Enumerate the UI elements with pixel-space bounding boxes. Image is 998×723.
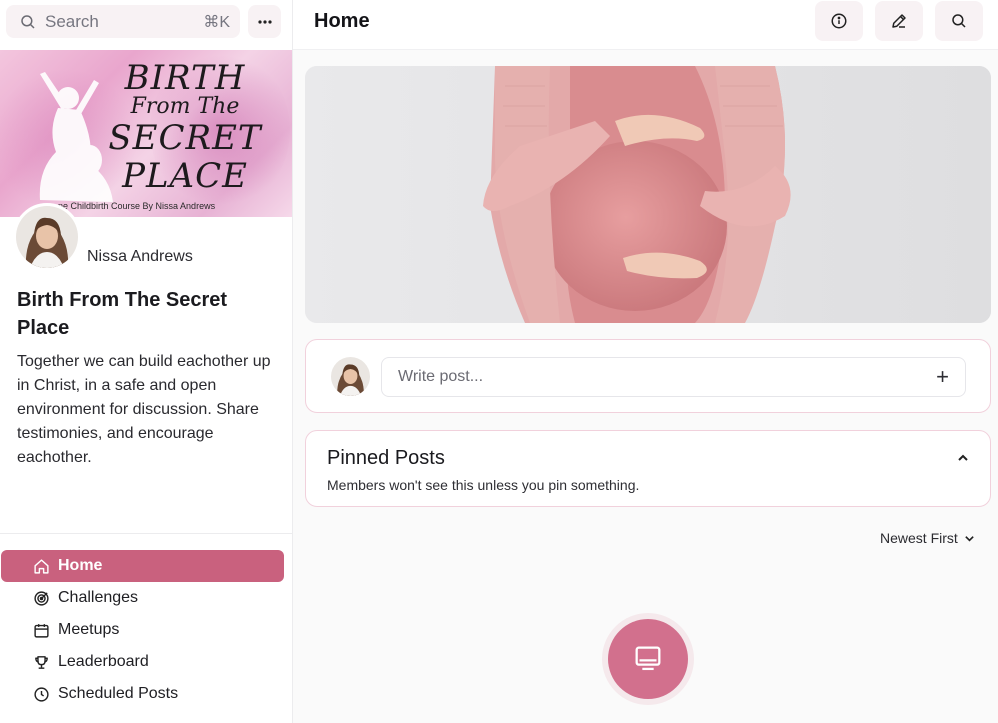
compose-button[interactable] (875, 1, 923, 41)
more-horizontal-icon (257, 19, 272, 24)
empty-state-badge (608, 619, 688, 699)
community-banner: BIRTH From The SECRET PLACE ne Childbirt… (0, 50, 292, 217)
divider (0, 533, 292, 534)
info-button[interactable] (815, 1, 863, 41)
community-description: Together we can build eachother up in Ch… (17, 353, 271, 466)
pen-icon (892, 14, 906, 28)
pregnant-woman-photo (305, 66, 991, 323)
write-post-placeholder: Write post... (398, 368, 484, 385)
plus-icon[interactable]: + (936, 366, 949, 388)
pinned-posts-subtitle: Members won't see this unless you pin so… (327, 477, 640, 493)
chevron-down-icon (965, 535, 974, 542)
monitor-icon (635, 646, 661, 671)
search-shortcut: ⌘K (203, 13, 230, 31)
sidebar-item-label: Meetups (58, 621, 120, 638)
pinned-posts-panel: Pinned Posts Members won't see this unle… (305, 430, 991, 507)
more-options-button[interactable] (248, 5, 281, 38)
search-label: Search (45, 11, 99, 31)
banner-title-line: PLACE (122, 156, 248, 196)
sidebar-item-home[interactable]: Home (1, 550, 284, 582)
sort-dropdown[interactable]: Newest First (880, 530, 975, 546)
banner-title-line: BIRTH (124, 58, 246, 98)
sidebar-item-label: Scheduled Posts (58, 685, 179, 702)
search-row: Search ⌘K (6, 5, 281, 39)
banner-title-line: From The (130, 94, 240, 119)
top-bar: Home (293, 0, 998, 50)
owner-name[interactable]: Nissa Andrews (87, 248, 193, 266)
owner-avatar[interactable] (13, 203, 81, 271)
sidebar-item-leaderboard[interactable]: Leaderboard (1, 646, 284, 678)
sidebar: Search ⌘K BIRTH From The SECRET PLACE ne… (0, 0, 293, 723)
target-icon (32, 589, 50, 607)
page-title: Home (314, 10, 370, 32)
calendar-icon (32, 621, 50, 639)
search-button[interactable]: Search ⌘K (6, 5, 240, 38)
avatar-photo (331, 357, 370, 396)
banner-title-line: SECRET (108, 118, 262, 158)
sidebar-item-label: Home (58, 557, 103, 574)
search-icon (952, 14, 966, 28)
info-icon (831, 13, 847, 29)
sort-label: Newest First (880, 530, 958, 546)
community-title: Birth From The Secret Place (17, 289, 228, 339)
post-composer: Write post... + (305, 339, 991, 413)
user-avatar (331, 357, 370, 396)
sidebar-item-challenges[interactable]: Challenges (1, 582, 284, 614)
avatar-photo (16, 206, 78, 268)
chevron-up-icon[interactable] (956, 451, 970, 465)
sidebar-item-meetups[interactable]: Meetups (1, 614, 284, 646)
sidebar-item-label: Leaderboard (58, 653, 149, 670)
pinned-posts-title: Pinned Posts (327, 447, 445, 469)
sidebar-nav: Home Challenges Meetups Leaderboard Sche… (0, 550, 292, 710)
clock-icon (32, 685, 50, 703)
banner-subtitle: ne Childbirth Course By Nissa Andrews (58, 201, 216, 211)
sidebar-item-scheduled-posts[interactable]: Scheduled Posts (1, 678, 284, 710)
home-icon (32, 557, 50, 575)
search-button-header[interactable] (935, 1, 983, 41)
search-icon (21, 14, 35, 29)
trophy-icon (32, 653, 50, 671)
cover-image (305, 66, 991, 323)
write-post-input[interactable]: Write post... + (381, 357, 966, 397)
sidebar-item-label: Challenges (58, 589, 139, 606)
